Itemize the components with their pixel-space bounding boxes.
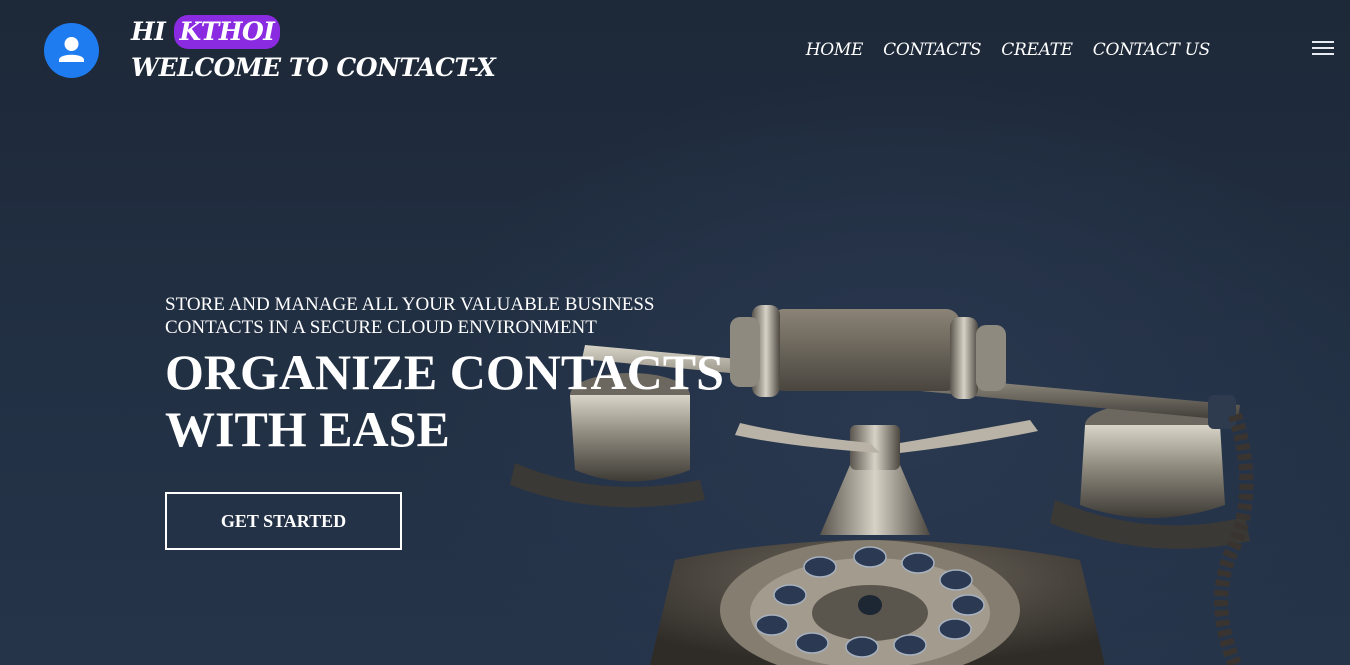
get-started-button[interactable]: GET STARTED [165, 492, 402, 550]
greeting-prefix: HI [131, 17, 166, 46]
welcome-greeting: HI KTHOI WELCOME TO CONTACT-X [131, 14, 496, 86]
user-avatar[interactable] [44, 23, 99, 78]
hero-tagline: STORE AND MANAGE ALL YOUR VALUABLE BUSIN… [165, 294, 655, 338]
hamburger-menu-icon[interactable] [1312, 41, 1334, 57]
hero-headline-line2: WITH EASE [165, 401, 450, 457]
nav-contact-us[interactable]: CONTACT US [1093, 40, 1211, 60]
hero-headline: ORGANIZE CONTACTS WITH EASE [165, 344, 785, 458]
landing-page: HI KTHOI WELCOME TO CONTACT-X HOME CONTA… [0, 0, 1350, 665]
nav-create[interactable]: CREATE [1001, 40, 1073, 60]
user-icon [59, 37, 84, 62]
welcome-text: WELCOME TO CONTACT-X [131, 53, 496, 82]
hero-headline-line1: ORGANIZE CONTACTS [165, 344, 724, 400]
username-badge: KTHOI [173, 15, 281, 49]
main-nav: HOME CONTACTS CREATE CONTACT US [806, 40, 1211, 60]
nav-contacts[interactable]: CONTACTS [883, 40, 981, 60]
nav-home[interactable]: HOME [806, 40, 864, 60]
